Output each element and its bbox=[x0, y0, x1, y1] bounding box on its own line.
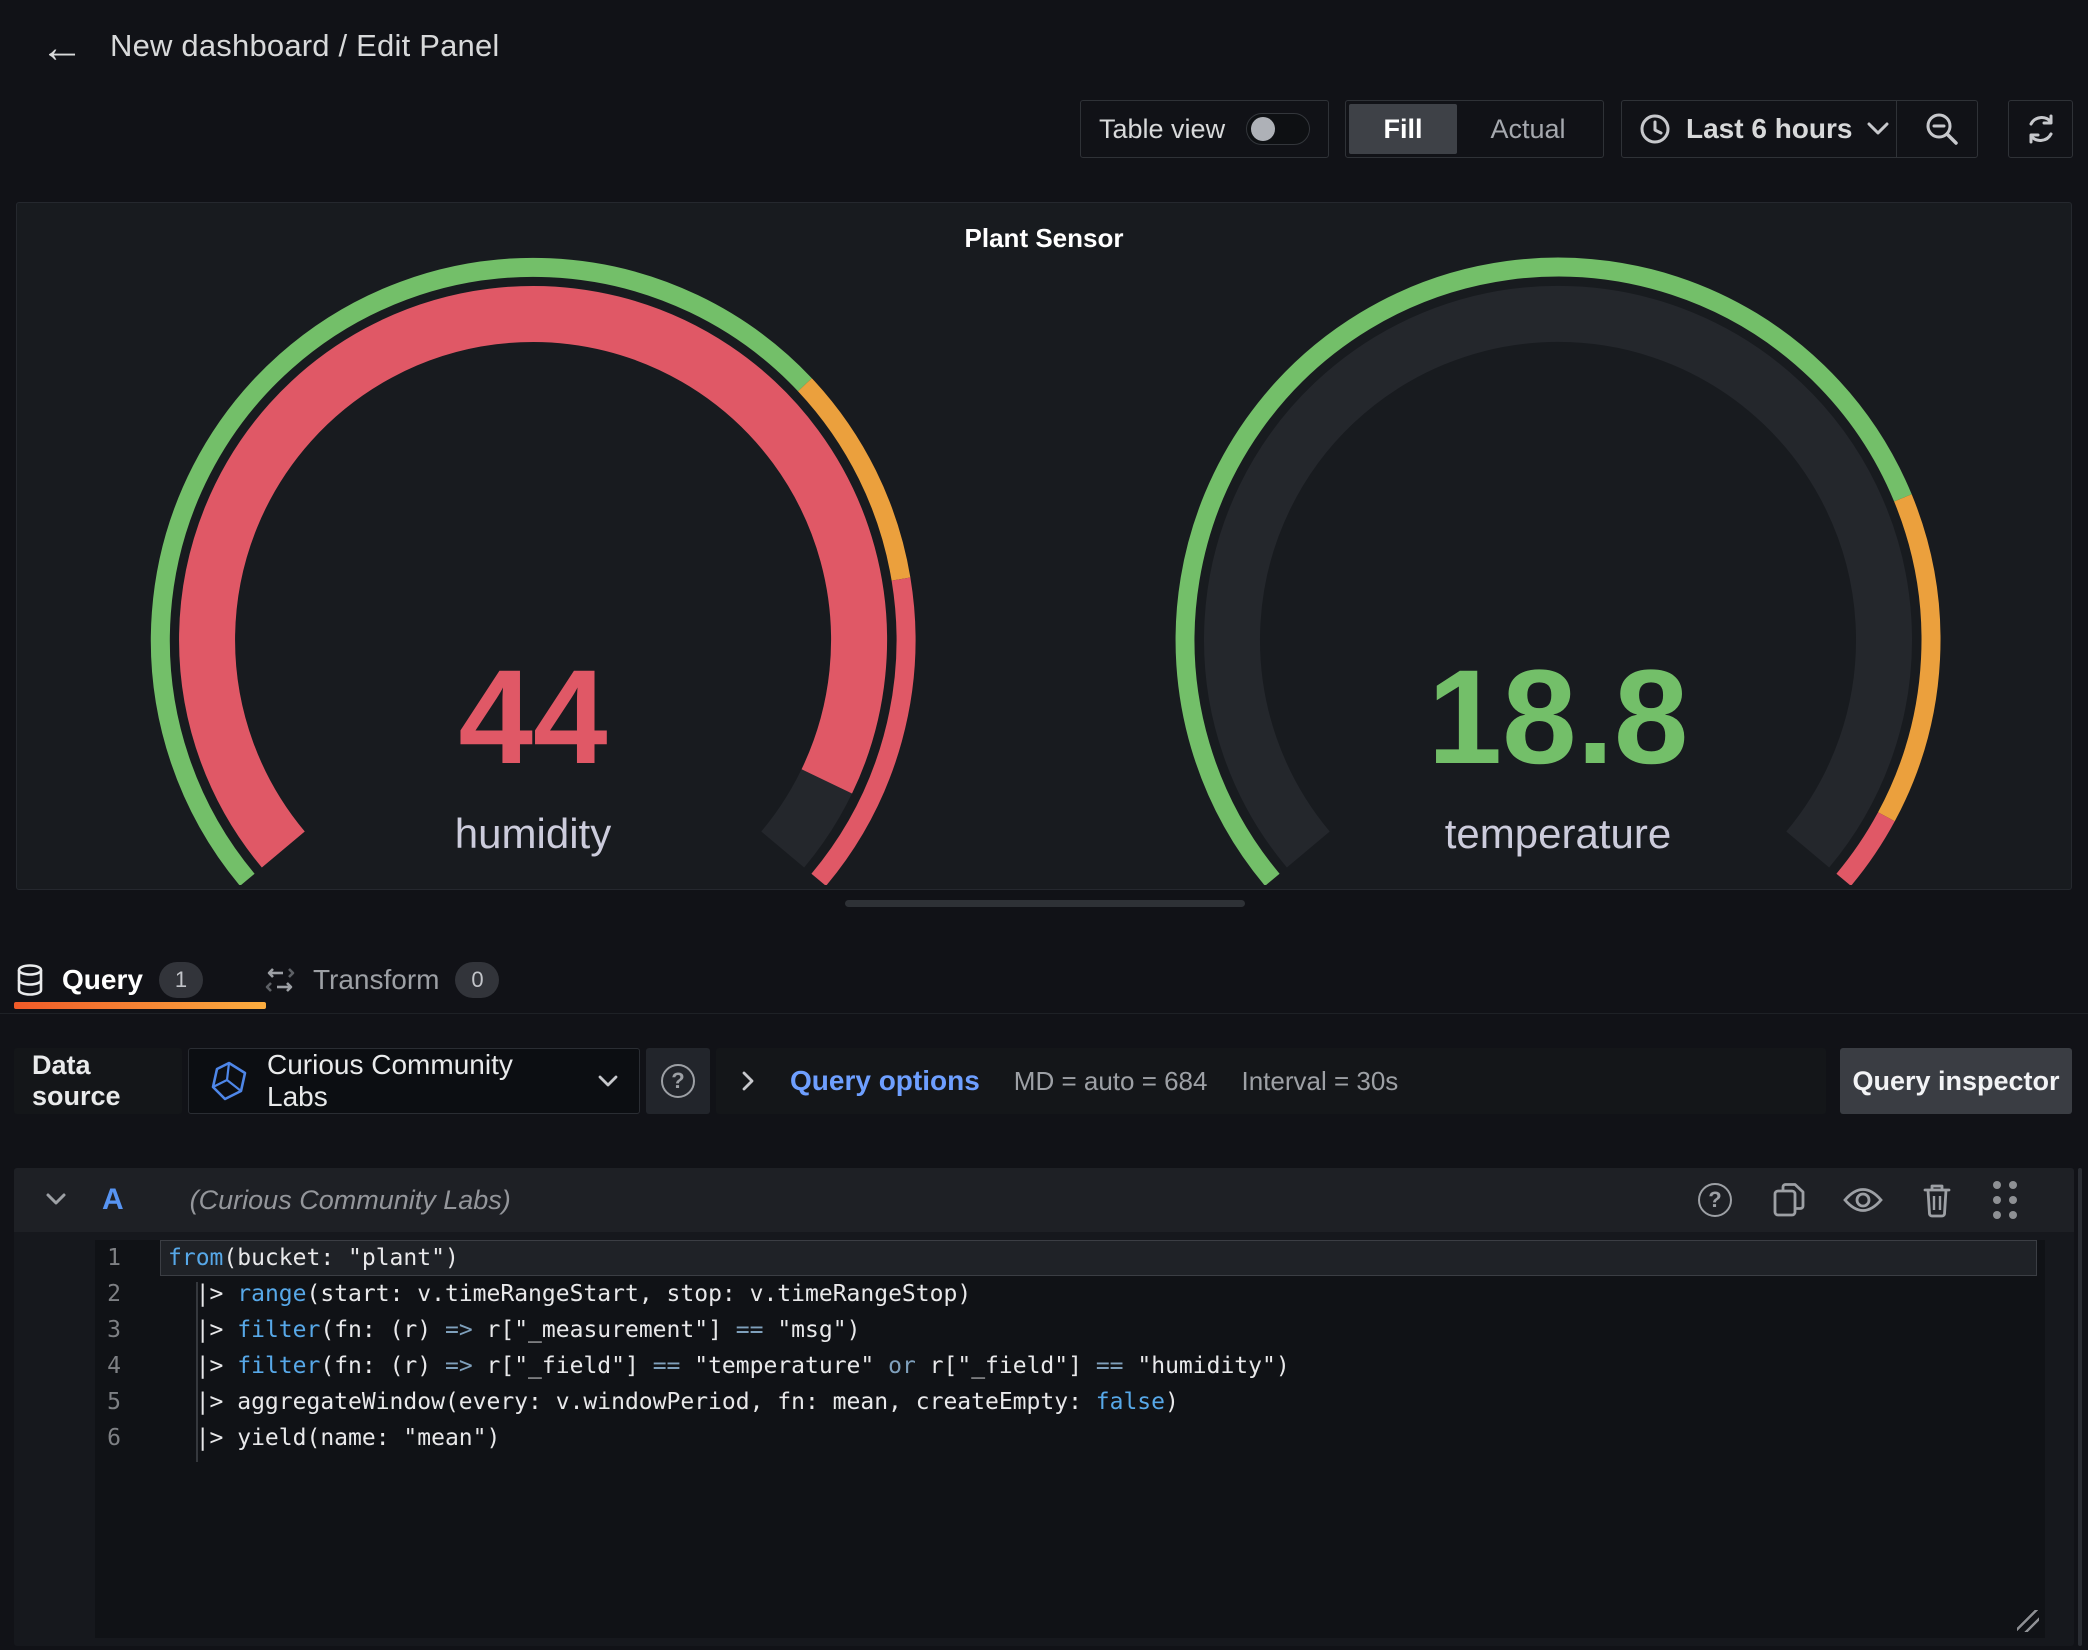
eye-icon bbox=[1842, 1185, 1884, 1215]
magnifier-minus-icon bbox=[1923, 110, 1961, 148]
refresh-button[interactable] bbox=[2008, 100, 2073, 158]
disable-query-button[interactable] bbox=[1842, 1179, 1884, 1221]
collapse-chevron-icon[interactable] bbox=[44, 1192, 68, 1208]
breadcrumb: New dashboard / Edit Panel bbox=[110, 28, 500, 64]
divider bbox=[0, 1013, 2088, 1014]
database-icon bbox=[14, 963, 46, 997]
svg-text:18.8: 18.8 bbox=[1428, 643, 1689, 792]
query-options-bar: Query options MD = auto = 684 Interval =… bbox=[716, 1048, 1826, 1114]
interval-value: Interval = 30s bbox=[1241, 1066, 1398, 1097]
fill-button[interactable]: Fill bbox=[1349, 104, 1457, 154]
fill-actual-switch: Fill Actual bbox=[1345, 100, 1604, 158]
chevron-down-icon bbox=[1866, 121, 1890, 137]
tab-query[interactable]: Query 1 bbox=[14, 962, 203, 998]
question-circle-icon: ? bbox=[661, 1064, 695, 1098]
code-line: 5 |> aggregateWindow(every: v.windowPeri… bbox=[95, 1384, 2045, 1420]
code-line: 6 |> yield(name: "mean") bbox=[95, 1420, 2045, 1456]
svg-text:temperature: temperature bbox=[1445, 810, 1671, 857]
influxdb-cube-icon bbox=[209, 1060, 249, 1102]
query-datasource-hint: (Curious Community Labs) bbox=[190, 1185, 511, 1216]
zoom-out-button[interactable] bbox=[1906, 100, 1978, 158]
refresh-icon bbox=[2023, 111, 2059, 147]
transform-count-badge: 0 bbox=[455, 962, 499, 998]
datasource-label: Data source bbox=[14, 1048, 182, 1114]
transform-icon bbox=[263, 963, 297, 997]
query-row-a: A (Curious Community Labs) ? bbox=[14, 1168, 2074, 1646]
active-tab-indicator bbox=[14, 1002, 266, 1009]
datasource-help-button[interactable]: ? bbox=[646, 1048, 710, 1114]
code-line: 2 |> range(start: v.timeRangeStart, stop… bbox=[95, 1276, 2045, 1312]
query-inspector-button[interactable]: Query inspector bbox=[1840, 1048, 2072, 1114]
question-circle-icon: ? bbox=[1698, 1183, 1732, 1217]
scrollbar[interactable] bbox=[2078, 1168, 2082, 1646]
actual-button[interactable]: Actual bbox=[1457, 104, 1599, 154]
svg-text:humidity: humidity bbox=[455, 810, 611, 857]
table-view-control: Table view bbox=[1080, 100, 1329, 158]
table-view-toggle[interactable] bbox=[1246, 113, 1310, 145]
code-line: 1from(bucket: "plant") bbox=[95, 1240, 2045, 1276]
trash-icon bbox=[1921, 1181, 1953, 1219]
duplicate-query-button[interactable] bbox=[1768, 1179, 1810, 1221]
drag-grip-icon[interactable] bbox=[1990, 1178, 2020, 1222]
duplicate-icon bbox=[1771, 1181, 1807, 1219]
gauge-temperature: 18.8 temperature bbox=[1138, 185, 1978, 885]
query-count-badge: 1 bbox=[159, 962, 203, 998]
remove-query-button[interactable] bbox=[1916, 1179, 1958, 1221]
top-nav: ← New dashboard / Edit Panel bbox=[0, 0, 2088, 96]
table-view-label: Table view bbox=[1099, 114, 1225, 145]
tab-transform[interactable]: Transform 0 bbox=[263, 962, 500, 998]
query-row-header: A (Curious Community Labs) ? bbox=[14, 1168, 2074, 1232]
datasource-name: Curious Community Labs bbox=[267, 1049, 579, 1113]
chevron-down-icon bbox=[597, 1074, 619, 1089]
query-options-toggle[interactable]: Query options bbox=[790, 1065, 980, 1097]
code-lines: 1from(bucket: "plant")2 |> range(start: … bbox=[95, 1240, 2045, 1456]
code-line: 4 |> filter(fn: (r) => r["_field"] == "t… bbox=[95, 1348, 2045, 1384]
chevron-right-icon[interactable] bbox=[740, 1069, 756, 1093]
query-help-button[interactable]: ? bbox=[1694, 1179, 1736, 1221]
tab-query-label: Query bbox=[62, 964, 143, 996]
time-range-label: Last 6 hours bbox=[1686, 113, 1852, 145]
divider bbox=[1896, 101, 1897, 157]
flux-code-editor[interactable]: 1from(bucket: "plant")2 |> range(start: … bbox=[95, 1240, 2045, 1638]
svg-text:44: 44 bbox=[458, 643, 607, 792]
gauge-humidity: 44 humidity bbox=[113, 185, 953, 885]
tab-transform-label: Transform bbox=[313, 964, 440, 996]
max-data-points-value: MD = auto = 684 bbox=[1014, 1066, 1208, 1097]
query-row-actions: ? bbox=[1694, 1178, 2020, 1222]
back-arrow-icon[interactable]: ← bbox=[34, 22, 90, 74]
editor-resize-grip-icon[interactable] bbox=[2017, 1610, 2039, 1632]
code-line: 3 |> filter(fn: (r) => r["_measurement"]… bbox=[95, 1312, 2045, 1348]
toggle-knob bbox=[1251, 117, 1275, 141]
clock-icon bbox=[1638, 112, 1672, 146]
query-ref-id: A bbox=[102, 1183, 124, 1217]
datasource-picker[interactable]: Curious Community Labs bbox=[188, 1048, 640, 1114]
panel-resize-handle[interactable] bbox=[845, 900, 1245, 907]
